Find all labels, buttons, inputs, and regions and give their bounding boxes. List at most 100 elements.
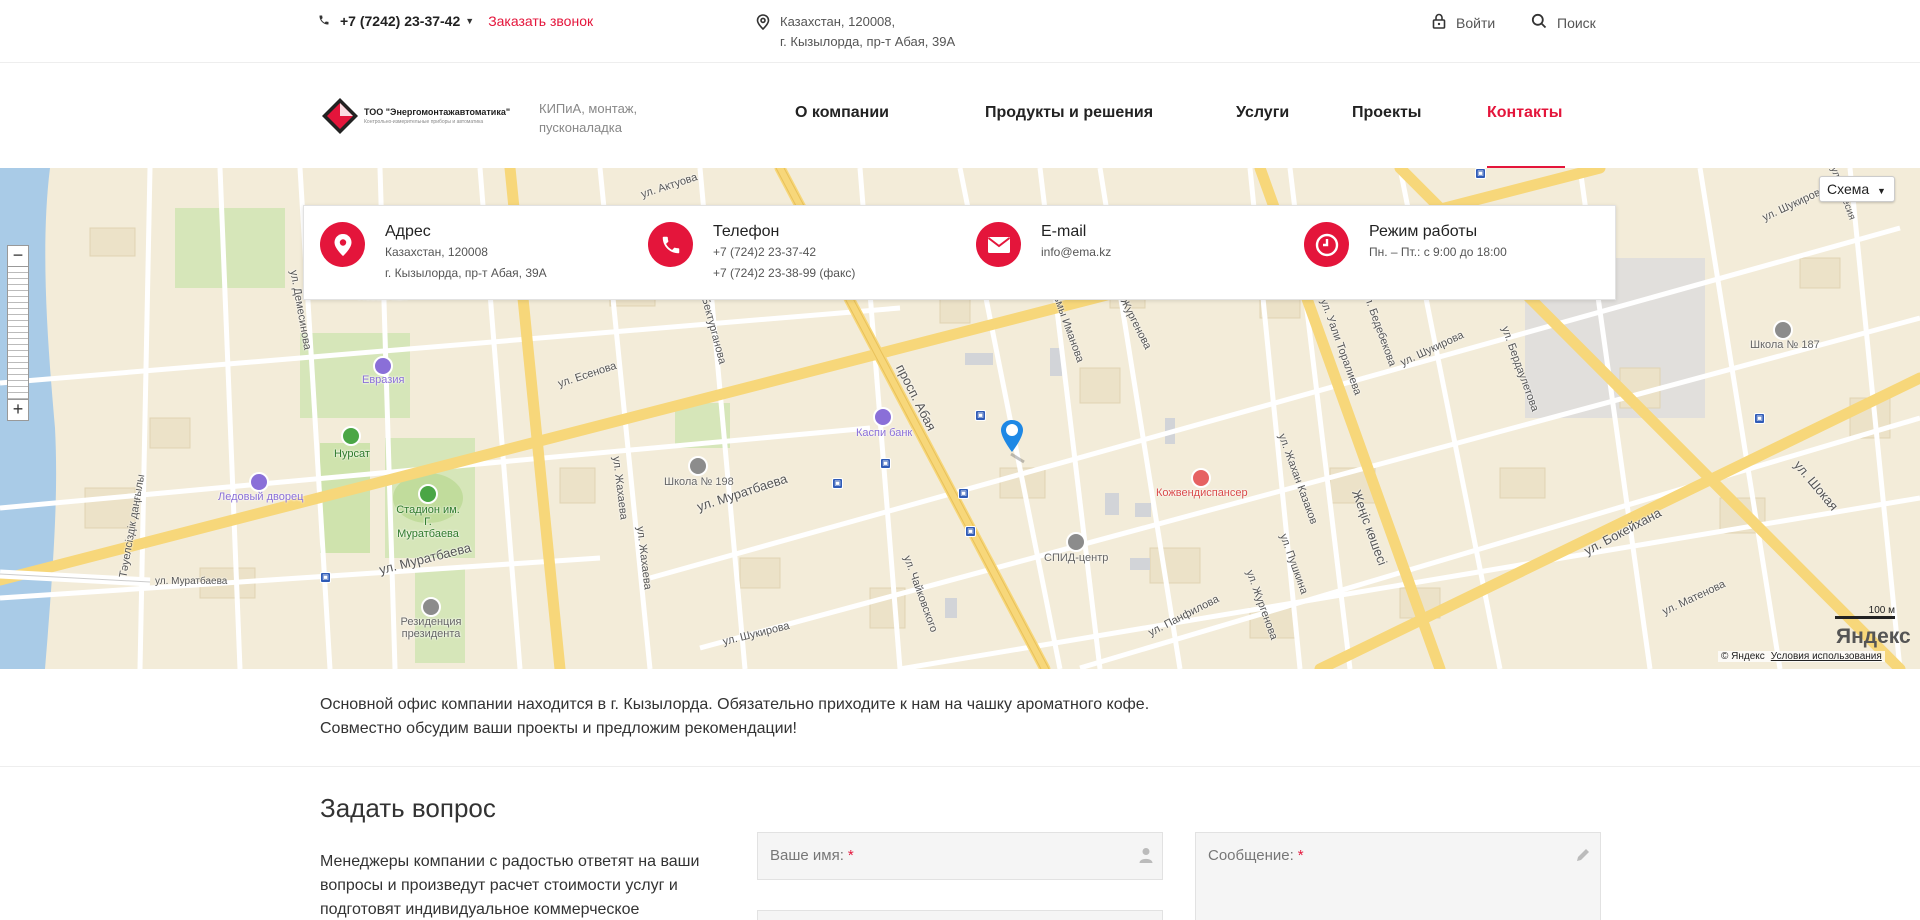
company-logo[interactable]: ТОО "Энергомонтажавтоматика" Контрольно-…	[320, 96, 510, 136]
copyright-text: © Яндекс	[1721, 651, 1765, 662]
tagline: КИПиА, монтаж, пусконаладка	[539, 99, 637, 137]
page: +7 (7242) 23-37-42 ▼ Заказать звонок Каз…	[0, 0, 1920, 920]
search-label: Поиск	[1557, 14, 1596, 31]
lock-icon	[1432, 13, 1446, 32]
envelope-icon	[976, 222, 1021, 267]
contact-title: Телефон	[713, 223, 780, 240]
clock-icon	[1304, 222, 1349, 267]
contact-title: Режим работы	[1369, 223, 1478, 240]
street-label: ул. Муратбаева	[155, 576, 228, 587]
bus-stop-icon[interactable]: ▣	[958, 488, 969, 499]
name-field-placeholder: Ваше имя:	[770, 847, 844, 864]
contact-title: E-mail	[1041, 223, 1087, 240]
terms-link[interactable]: Условия использования	[1771, 651, 1882, 662]
zoom-in-button[interactable]: +	[7, 399, 29, 421]
location-pin-icon	[320, 222, 365, 267]
intro-line1: Основной офис компании находится в г. Кы…	[320, 696, 1150, 713]
yandex-logo[interactable]: Яндекс	[1836, 625, 1911, 649]
search-icon	[1531, 13, 1547, 32]
logo-diamond-icon	[322, 98, 358, 134]
bus-stop-icon[interactable]: ▣	[965, 526, 976, 537]
school-icon[interactable]	[688, 456, 708, 476]
top-address: Казахстан, 120008, г. Кызылорда, пр-т Аб…	[756, 12, 955, 52]
contact-title: Адрес	[385, 223, 431, 240]
nav-about[interactable]: О компании	[795, 104, 889, 122]
contact-email-link[interactable]: info@ema.kz	[1041, 242, 1111, 263]
tagline-line1: КИПиА, монтаж,	[539, 101, 638, 116]
bus-stop-icon[interactable]: ▣	[975, 410, 986, 421]
contact-fax-line[interactable]: +7 (724)2 23-38-99 (факс)	[713, 263, 855, 284]
chevron-down-icon: ▼	[1877, 186, 1886, 196]
zoom-out-button[interactable]: −	[7, 245, 29, 267]
contact-hours: Режим работы Пн. – Пт.: с 9:00 до 18:00	[1304, 222, 1507, 267]
contact-email: E-mail info@ema.kz	[976, 222, 1111, 267]
office-marker-icon[interactable]	[1000, 418, 1034, 469]
map-type-dropdown[interactable]: Схема ▼	[1819, 176, 1895, 202]
contact-phone: Телефон +7 (724)2 23-37-42 +7 (724)2 23-…	[648, 222, 855, 284]
leaf-icon[interactable]	[341, 426, 361, 446]
nav-products[interactable]: Продукты и решения	[985, 104, 1153, 122]
nav-contacts[interactable]: Контакты	[1487, 104, 1562, 122]
top-address-line2: г. Кызылорда, пр-т Абая, 39А	[780, 34, 956, 49]
chevron-down-icon[interactable]: ▼	[465, 16, 474, 26]
required-mark: *	[847, 847, 854, 864]
trophy-icon[interactable]	[373, 356, 393, 376]
bus-stop-icon[interactable]: ▣	[1754, 413, 1765, 424]
logo-company-name: ТОО "Энергомонтажавтоматика"	[364, 107, 511, 117]
poi-label: Школа № 187	[1750, 339, 1820, 351]
top-phone-number[interactable]: +7 (7242) 23-37-42	[340, 13, 460, 29]
name-field[interactable]: Ваше имя: *	[757, 832, 1163, 880]
poi-label: Евразия	[362, 374, 405, 386]
contact-info-card: Адрес Казахстан, 120008 г. Кызылорда, пр…	[303, 205, 1616, 300]
site-header: ТОО "Энергомонтажавтоматика" Контрольно-…	[0, 63, 1920, 168]
nav-services[interactable]: Услуги	[1236, 104, 1289, 122]
map-type-label: Схема	[1827, 181, 1870, 197]
medical-icon[interactable]	[1191, 468, 1211, 488]
trophy-icon[interactable]	[249, 472, 269, 492]
zoom-slider[interactable]	[7, 267, 29, 399]
login-link[interactable]: Войти	[1432, 13, 1495, 32]
phone-icon	[318, 13, 330, 29]
second-field[interactable]	[757, 910, 1163, 920]
bus-stop-icon[interactable]: ▣	[320, 572, 331, 583]
message-field[interactable]: Сообщение: *	[1195, 832, 1601, 920]
map-scale: 100 м	[1835, 605, 1895, 619]
zoom-control[interactable]: − +	[7, 245, 29, 421]
pencil-icon	[1575, 847, 1591, 868]
poi-label: Резиденция президента	[400, 616, 462, 640]
phone-icon	[648, 222, 693, 267]
callback-link[interactable]: Заказать звонок	[488, 13, 593, 29]
office-intro: Основной офис компании находится в г. Кы…	[320, 693, 1149, 741]
poi-label: СПИД-центр	[1044, 552, 1109, 564]
school-icon[interactable]	[1773, 320, 1793, 340]
flag-icon[interactable]	[421, 597, 441, 617]
nav-projects[interactable]: Проекты	[1352, 104, 1421, 122]
bus-stop-icon[interactable]: ▣	[1475, 168, 1486, 179]
bus-stop-icon[interactable]: ▣	[832, 478, 843, 489]
yandex-logo-text: Яндекс	[1836, 625, 1911, 648]
tagline-line2: пусконаладка	[539, 120, 622, 135]
contact-address: Адрес Казахстан, 120008 г. Кызылорда, пр…	[320, 222, 547, 284]
required-mark: *	[1297, 847, 1304, 864]
contact-line: г. Кызылорда, пр-т Абая, 39А	[385, 266, 547, 280]
contact-phone-line[interactable]: +7 (724)2 23-37-42	[713, 242, 855, 263]
divider	[0, 766, 1920, 767]
intro-line2: Совместно обсудим ваши проекты и предлож…	[320, 720, 797, 737]
poi-label: Кожвендиспансер	[1156, 487, 1248, 499]
logo-subtitle: Контрольно-измерительные приборы и автом…	[364, 119, 484, 125]
poi-label: Каспи банк	[856, 427, 913, 439]
top-bar: +7 (7242) 23-37-42 ▼ Заказать звонок Каз…	[0, 0, 1920, 63]
message-field-placeholder: Сообщение:	[1208, 847, 1294, 864]
bus-stop-icon[interactable]: ▣	[880, 458, 891, 469]
medical-icon[interactable]	[1066, 532, 1086, 552]
bank-icon[interactable]	[873, 407, 893, 427]
contact-line: Пн. – Пт.: с 9:00 до 18:00	[1369, 245, 1507, 259]
contact-line: Казахстан, 120008	[385, 245, 488, 259]
login-label: Войти	[1456, 14, 1496, 31]
top-phone-block: +7 (7242) 23-37-42 ▼ Заказать звонок	[318, 13, 593, 29]
poi-label: Ледовый дворец	[218, 491, 304, 503]
location-pin-icon	[756, 14, 770, 52]
search-link[interactable]: Поиск	[1531, 13, 1596, 32]
stadium-icon[interactable]	[418, 484, 438, 504]
map-copyright: © Яндекс Условия использования	[1718, 651, 1885, 662]
